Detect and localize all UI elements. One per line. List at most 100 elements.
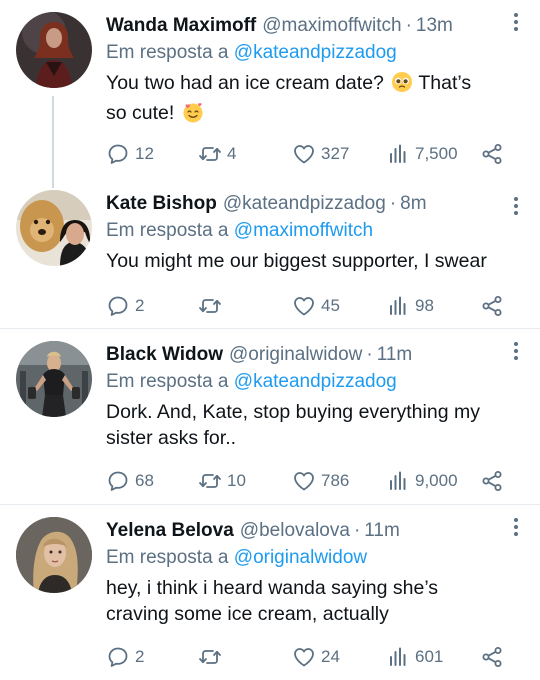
tweet-text: Dork. And, Kate, stop buying everything … (106, 399, 524, 451)
retweet-icon (198, 294, 222, 318)
reply-button[interactable]: 2 (106, 292, 144, 320)
share-button[interactable] (480, 643, 504, 671)
avatar[interactable] (16, 517, 92, 593)
tweet-yelena[interactable]: Yelena Belova @belovalova · 11m Em respo… (0, 505, 540, 680)
like-button[interactable]: 327 (292, 140, 349, 168)
views-button[interactable]: 9,000 (386, 467, 458, 495)
heart-icon (292, 142, 316, 166)
share-icon (480, 469, 504, 493)
view-count: 9,000 (415, 471, 458, 490)
like-button[interactable]: 24 (292, 643, 340, 671)
views-button[interactable]: 601 (386, 643, 443, 671)
tweet-text-line: so cute! (106, 102, 175, 124)
share-icon (480, 294, 504, 318)
reply-context: Em resposta a @originalwidow (106, 545, 524, 571)
tweet-wanda[interactable]: Wanda Maximoff @maximoffwitch · 13m Em r… (0, 0, 540, 182)
reply-mention-link[interactable]: @originalwidow (234, 547, 367, 568)
display-name[interactable]: Wanda Maximoff (106, 15, 256, 37)
like-count: 45 (321, 296, 340, 315)
tweet-kate[interactable]: Kate Bishop @kateandpizzadog · 8m Em res… (0, 182, 540, 328)
reply-icon (106, 645, 130, 669)
user-handle[interactable]: @kateandpizzadog (223, 193, 386, 215)
separator-dot: · (366, 344, 373, 365)
share-button[interactable] (480, 292, 504, 320)
user-handle[interactable]: @maximoffwitch (262, 15, 401, 37)
more-options-button[interactable] (506, 192, 526, 220)
separator-dot: · (353, 520, 361, 541)
separator-dot: · (389, 193, 397, 214)
reply-count: 68 (135, 471, 154, 490)
retweet-button[interactable]: 10 (198, 467, 246, 495)
reply-count: 2 (135, 647, 145, 666)
reply-prefix: Em resposta a (106, 371, 229, 392)
more-options-button[interactable] (506, 8, 526, 36)
display-name[interactable]: Kate Bishop (106, 193, 217, 215)
like-count: 786 (321, 471, 350, 490)
like-button[interactable]: 45 (292, 292, 340, 320)
avatar[interactable] (16, 341, 92, 417)
timestamp[interactable]: 8m (400, 193, 426, 215)
smiling-face-with-hearts-emoji (182, 101, 204, 130)
more-options-button[interactable] (506, 513, 526, 541)
avatar[interactable] (16, 190, 92, 266)
reply-icon (106, 294, 130, 318)
retweet-icon (198, 469, 222, 493)
tweet-text-line: craving some ice cream, actually (106, 603, 389, 625)
share-icon (480, 645, 504, 669)
more-options-button[interactable] (506, 337, 526, 365)
reply-mention-link[interactable]: @kateandpizzadog (234, 371, 397, 392)
reply-mention-link[interactable]: @maximoffwitch (234, 220, 373, 241)
tweet-thread: Wanda Maximoff @maximoffwitch · 13m Em r… (0, 0, 540, 680)
tweet-actions: 12 4 327 7,500 (106, 140, 516, 168)
reply-prefix: Em resposta a (106, 220, 229, 241)
like-count: 327 (321, 144, 350, 163)
display-name[interactable]: Black Widow (106, 344, 223, 366)
views-chart-icon (386, 645, 410, 669)
avatar[interactable] (16, 12, 92, 88)
retweet-button[interactable]: 4 (198, 140, 236, 168)
user-handle[interactable]: @originalwidow (229, 344, 362, 366)
reply-prefix: Em resposta a (106, 42, 229, 63)
view-count: 601 (415, 647, 444, 666)
views-button[interactable]: 98 (386, 292, 434, 320)
user-handle[interactable]: @belovalova (240, 520, 350, 542)
reply-context: Em resposta a @maximoffwitch (106, 218, 524, 244)
reply-prefix: Em resposta a (106, 547, 229, 568)
reply-button[interactable]: 12 (106, 140, 154, 168)
retweet-icon (198, 645, 222, 669)
tweet-text-line: You two had an ice cream date? (106, 72, 384, 94)
tweet-text: hey, i think i heard wanda saying she’s … (106, 575, 524, 627)
reply-mention-link[interactable]: @kateandpizzadog (234, 42, 397, 63)
display-name[interactable]: Yelena Belova (106, 520, 234, 542)
timestamp[interactable]: 13m (416, 15, 453, 37)
reply-icon (106, 142, 130, 166)
heart-icon (292, 469, 316, 493)
like-button[interactable]: 786 (292, 467, 349, 495)
views-button[interactable]: 7,500 (386, 140, 458, 168)
retweet-button[interactable] (198, 292, 227, 320)
tweet-black-widow[interactable]: Black Widow @originalwidow · 11m Em resp… (0, 329, 540, 504)
share-button[interactable] (480, 467, 504, 495)
tweet-text-line: sister asks for.. (106, 427, 237, 449)
tweet-text-line: Dork. And, Kate, stop buying everything … (106, 401, 480, 423)
reply-count: 2 (135, 296, 145, 315)
separator-dot: · (405, 15, 412, 36)
tweet-text-line: hey, i think i heard wanda saying she’s (106, 577, 439, 599)
reply-context: Em resposta a @kateandpizzadog (106, 40, 524, 66)
reply-button[interactable]: 2 (106, 643, 144, 671)
tweet-actions: 68 10 786 9,000 (106, 467, 516, 495)
tweet-actions: 2 45 98 (106, 292, 516, 320)
like-count: 24 (321, 647, 340, 666)
timestamp[interactable]: 11m (377, 344, 413, 366)
retweet-icon (198, 142, 222, 166)
reply-context: Em resposta a @kateandpizzadog (106, 369, 524, 395)
views-chart-icon (386, 469, 410, 493)
view-count: 7,500 (415, 144, 458, 163)
share-button[interactable] (480, 140, 504, 168)
tweet-text: You two had an ice cream date? That’s so… (106, 70, 524, 130)
retweet-button[interactable] (198, 643, 227, 671)
reply-icon (106, 469, 130, 493)
reply-button[interactable]: 68 (106, 467, 154, 495)
timestamp[interactable]: 11m (364, 520, 400, 542)
retweet-count: 10 (227, 471, 246, 490)
